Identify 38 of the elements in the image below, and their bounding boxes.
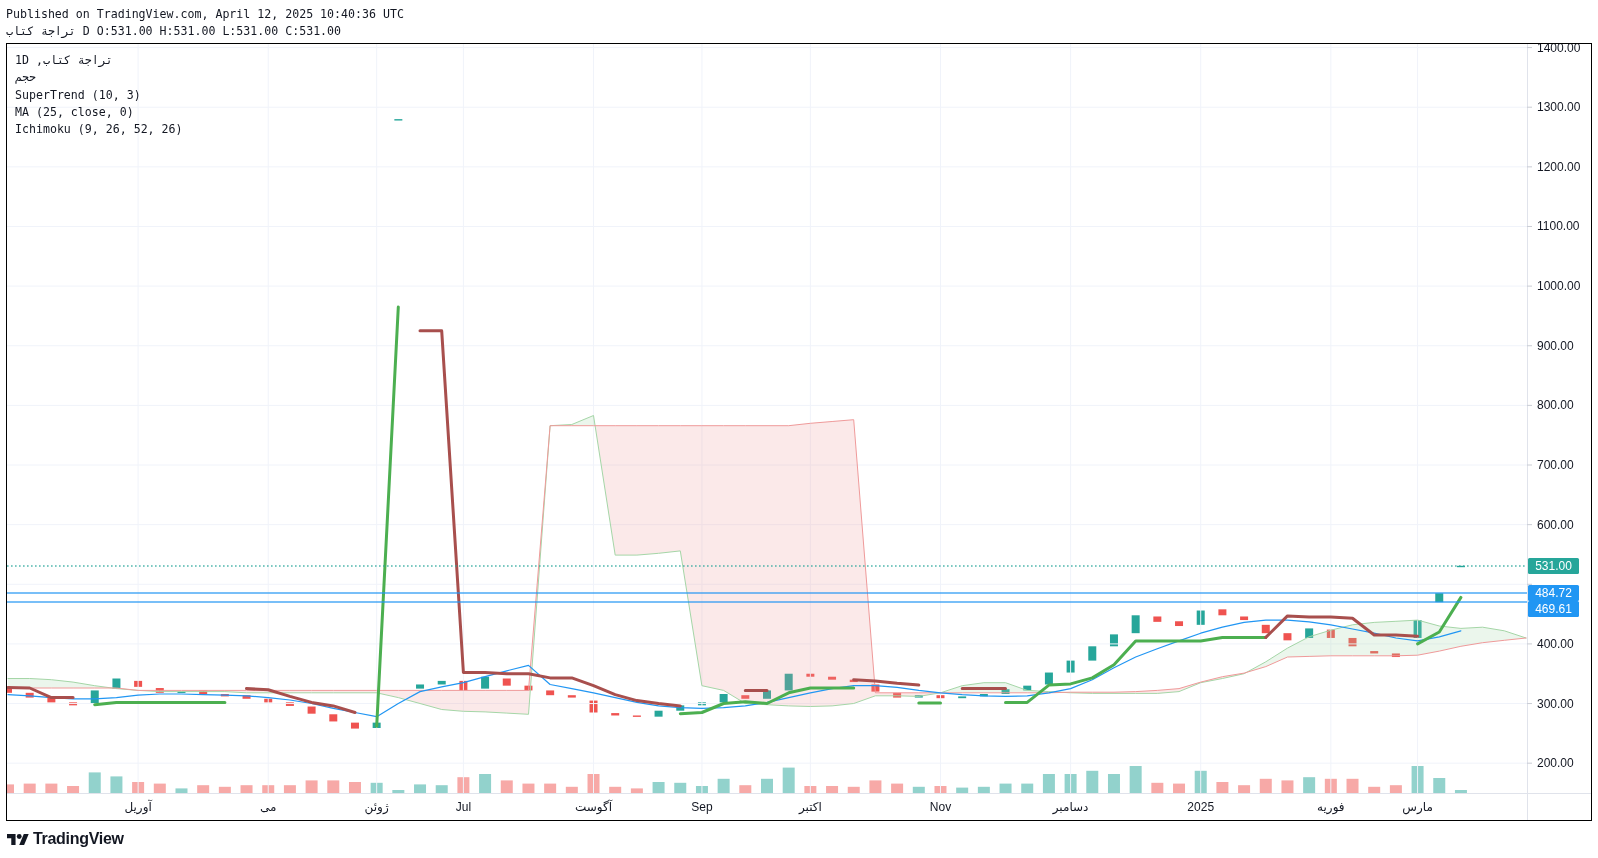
indicator-label: SuperTrend (10, 3) — [15, 86, 141, 104]
publish-info: Published on TradingView.com, April 12, 2025 10:40:36 UTC — [6, 5, 404, 23]
price-tag: 469.61 — [1528, 601, 1579, 617]
time-axis-label: آگوست — [574, 800, 613, 814]
price-axis-label: 1200.00 — [1537, 159, 1581, 174]
time-axis-label: فوریه — [1317, 800, 1345, 814]
price-axis-label: 1300.00 — [1537, 100, 1581, 115]
price-tag: 484.72 — [1528, 585, 1579, 601]
price-axis-label: 1400.00 — [1537, 44, 1581, 55]
indicator-label: حجم — [15, 69, 36, 87]
price-axis-label: 900.00 — [1537, 338, 1574, 353]
indicator-label: Ichimoku (9, 26, 52, 26) — [15, 121, 183, 139]
time-axis-label: آوریل — [124, 800, 152, 814]
brand-name: TradingView — [33, 831, 124, 847]
indicator-label: MA (25, close, 0) — [15, 103, 134, 121]
price-tag: 531.00 — [1528, 558, 1579, 574]
symbol-title: تراجة كتاب, 1D — [15, 52, 113, 69]
price-axis-label: 1000.00 — [1537, 279, 1581, 294]
price-axis-label: 400.00 — [1537, 636, 1574, 651]
time-axis-label: 2025 — [1187, 800, 1215, 814]
time-axis-label: Sep — [691, 800, 713, 814]
price-axis-label: 300.00 — [1537, 696, 1574, 711]
time-axis-label: ژوئن — [364, 800, 389, 814]
time-axis-label: Nov — [929, 800, 952, 814]
price-axis-label: 200.00 — [1537, 756, 1574, 771]
price-axis-label: 700.00 — [1537, 458, 1574, 472]
ref-line-label: 531.00 — [1535, 559, 1573, 573]
ref-line-label: 484.72 — [1535, 586, 1573, 600]
time-axis-label: مارس — [1402, 800, 1433, 814]
price-axis-label: 600.00 — [1537, 517, 1574, 532]
time-axis-label: می — [260, 800, 277, 814]
time-axis-label: اکتبر — [798, 800, 822, 814]
ref-line-label: 469.61 — [1535, 602, 1573, 616]
time-axis-label: دسامبر — [1052, 800, 1089, 814]
time-axis-label: Jul — [455, 800, 472, 814]
price-axis-label: 1100.00 — [1537, 219, 1580, 234]
price-axis-label: 800.00 — [1537, 398, 1574, 413]
quote-info: تراجة كتاب D O:531.00 H:531.00 L:531.00 C:531.00 — [6, 22, 342, 40]
